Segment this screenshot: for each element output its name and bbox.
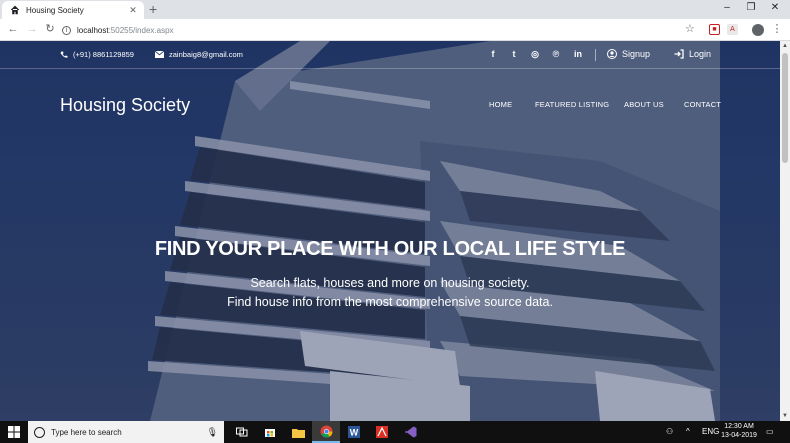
twitter-icon[interactable]: t: [508, 49, 520, 60]
hero-title: FIND YOUR PLACE WITH OUR LOCAL LIFE STYL…: [154, 238, 626, 260]
taskbar-search[interactable]: Type here to search 🎙: [28, 421, 224, 443]
phone-contact[interactable]: (+91) 8861129859: [60, 50, 134, 59]
windows-taskbar: Type here to search 🎙 W ⚇ ^ ENG 12:30 AM…: [0, 421, 790, 443]
restore-button[interactable]: ❐: [740, 2, 762, 14]
store-icon[interactable]: [256, 421, 284, 443]
hero-subtitle-line-2: Find house info from the most comprehens…: [227, 295, 553, 309]
chrome-icon[interactable]: [312, 421, 340, 443]
close-tab-icon[interactable]: ✕: [126, 5, 140, 16]
scroll-down-arrow-icon[interactable]: ▼: [780, 411, 790, 421]
nav-contact[interactable]: CONTACT: [684, 100, 721, 109]
nav-about-us[interactable]: ABOUT US: [624, 100, 664, 109]
notification-icon[interactable]: ▭: [766, 426, 774, 437]
page-viewport: (+91) 8861129859 zainbaig8@gmail.com f t…: [0, 41, 790, 421]
chevron-up-icon[interactable]: ^: [686, 426, 690, 437]
acrobat-icon[interactable]: [368, 421, 396, 443]
reload-button[interactable]: ↻: [43, 23, 57, 36]
extension-pdf-icon[interactable]: A: [727, 24, 738, 35]
facebook-icon[interactable]: f: [487, 49, 499, 60]
scrollbar-thumb[interactable]: [782, 53, 788, 163]
nav-featured-listing[interactable]: FEATURED LISTING: [535, 100, 609, 109]
address-bar[interactable]: i localhost:50255/index.aspx: [62, 22, 708, 38]
search-placeholder: Type here to search: [51, 427, 122, 437]
svg-text:W: W: [350, 428, 359, 438]
close-window-button[interactable]: ✕: [764, 2, 786, 14]
url-host: localhost: [77, 25, 109, 35]
microphone-icon[interactable]: 🎙: [207, 427, 218, 438]
instagram-icon[interactable]: ◎: [529, 49, 541, 60]
user-circle-icon: [607, 49, 617, 59]
site-brand[interactable]: Housing Society: [60, 95, 190, 116]
signup-link[interactable]: Signup: [607, 49, 650, 59]
forward-button[interactable]: →: [25, 23, 39, 36]
email-contact[interactable]: zainbaig8@gmail.com: [155, 50, 243, 59]
browser-tab[interactable]: Housing Society ✕: [2, 1, 144, 19]
cortana-icon: [34, 426, 45, 438]
extension-shield-icon[interactable]: ■: [709, 24, 720, 35]
word-icon[interactable]: W: [340, 421, 368, 443]
file-explorer-icon[interactable]: [284, 421, 312, 443]
taskbar-clock[interactable]: 12:30 AM 13-04-2019: [716, 422, 762, 440]
signup-label: Signup: [622, 49, 651, 59]
browser-toolbar: ← → ↻ i localhost:50255/index.aspx ☆ ■ A…: [0, 19, 790, 41]
url-path: :50255/index.aspx: [108, 25, 174, 35]
clock-date: 13-04-2019: [721, 432, 757, 439]
browser-menu-icon[interactable]: ⋮: [770, 23, 784, 36]
home-icon: [10, 5, 20, 15]
scroll-up-arrow-icon[interactable]: ▲: [780, 41, 790, 51]
people-icon[interactable]: ⚇: [666, 426, 673, 437]
linkedin-icon[interactable]: in: [571, 49, 585, 60]
nav-home[interactable]: HOME: [489, 100, 512, 109]
topbar-divider: [595, 49, 596, 61]
clock-time: 12:30 AM: [724, 423, 754, 430]
login-link[interactable]: Login: [674, 49, 711, 59]
visual-studio-icon[interactable]: [397, 421, 425, 443]
bookmark-star-icon[interactable]: ☆: [685, 22, 695, 35]
windows-start-icon[interactable]: [8, 426, 20, 438]
envelope-icon: [155, 51, 164, 58]
tab-title: Housing Society: [26, 5, 84, 15]
hero-subtitle-line-1: Search flats, houses and more on housing…: [250, 276, 530, 290]
task-view-icon[interactable]: [228, 421, 256, 443]
back-button[interactable]: ←: [6, 23, 20, 36]
top-contact-bar: (+91) 8861129859 zainbaig8@gmail.com f t…: [0, 41, 780, 69]
profile-avatar[interactable]: [752, 24, 764, 36]
phone-number: (+91) 8861129859: [73, 50, 134, 59]
browser-tab-strip: Housing Society ✕ + – ❐ ✕: [0, 0, 790, 19]
new-tab-button[interactable]: +: [149, 2, 157, 16]
login-label: Login: [689, 49, 712, 59]
email-address: zainbaig8@gmail.com: [169, 50, 243, 59]
sign-in-icon: [674, 49, 684, 59]
page-scrollbar[interactable]: ▲ ▼: [780, 41, 790, 421]
minimize-button[interactable]: –: [716, 2, 738, 14]
pinterest-icon[interactable]: ℗: [550, 49, 562, 60]
phone-icon: [60, 51, 68, 58]
info-icon[interactable]: i: [62, 25, 71, 35]
